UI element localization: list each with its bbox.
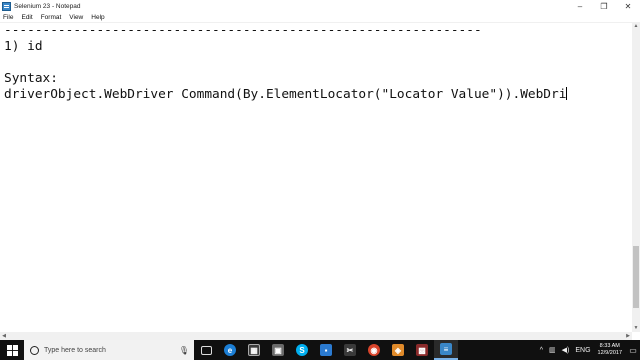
- scroll-down-icon[interactable]: ▼: [632, 324, 640, 332]
- taskbar: Type here to search 🎙 e ▦ ▣ S ▪ ✂ ◉ ◈ ▩ …: [0, 340, 640, 360]
- horizontal-scrollbar[interactable]: ◀ ▶: [0, 332, 632, 340]
- start-button[interactable]: [0, 340, 24, 360]
- taskbar-app-calculator[interactable]: ▦: [242, 340, 266, 360]
- menu-format[interactable]: Format: [37, 14, 66, 21]
- menu-edit[interactable]: Edit: [17, 14, 36, 21]
- maximize-button[interactable]: ❐: [592, 0, 616, 12]
- cortana-icon: [30, 345, 39, 355]
- tray-chevron-icon[interactable]: ^: [540, 347, 543, 354]
- volume-icon[interactable]: ◀): [562, 346, 570, 354]
- editor-line-5: driverObject.WebDriver Command(By.Elemen…: [4, 87, 568, 103]
- taskbar-app-chrome[interactable]: ◉: [362, 340, 386, 360]
- editor-line-2: 1) id: [4, 39, 43, 54]
- menu-bar: File Edit Format View Help: [0, 12, 640, 22]
- scroll-up-icon[interactable]: ▲: [632, 22, 640, 30]
- snipping-tool-icon: ✂: [344, 344, 356, 356]
- window-title: Selenium 23 - Notepad: [14, 2, 81, 10]
- taskbar-app-edge[interactable]: e: [218, 340, 242, 360]
- taskbar-app-notepad[interactable]: ≡: [434, 340, 458, 360]
- clock-time: 8:33 AM: [599, 343, 620, 349]
- microphone-icon[interactable]: 🎙: [179, 346, 189, 355]
- clock-date: 12/9/2017: [597, 350, 622, 356]
- scroll-right-icon[interactable]: ▶: [624, 332, 632, 340]
- minimize-button[interactable]: –: [568, 0, 592, 12]
- editor-line-5-text: driverObject.WebDriver Command(By.Elemen…: [4, 87, 567, 102]
- action-center-icon[interactable]: ▭: [628, 340, 638, 360]
- scroll-left-icon[interactable]: ◀: [0, 332, 8, 340]
- notepad-icon: ≡: [440, 343, 452, 355]
- vertical-scroll-thumb[interactable]: [633, 246, 639, 308]
- taskbar-search[interactable]: Type here to search 🎙: [24, 340, 194, 360]
- taskbar-app-snipping[interactable]: ✂: [338, 340, 362, 360]
- menu-help[interactable]: Help: [87, 14, 108, 21]
- package-icon: ◈: [392, 344, 404, 356]
- system-tray: ^ ▥ ◀) ENG 8:33 AM 12/9/2017 ▭: [537, 340, 640, 360]
- taskbar-app-store[interactable]: ▪: [314, 340, 338, 360]
- vertical-scrollbar[interactable]: ▲ ▼: [632, 22, 640, 332]
- notepad-icon: [2, 1, 11, 11]
- notepad-window: Selenium 23 - Notepad – ❐ ✕ File Edit Fo…: [0, 0, 640, 340]
- search-placeholder: Type here to search: [44, 346, 106, 354]
- taskbar-app-photos[interactable]: ▣: [266, 340, 290, 360]
- title-bar[interactable]: Selenium 23 - Notepad – ❐ ✕: [0, 0, 640, 12]
- chrome-icon: ◉: [368, 344, 380, 356]
- text-caret: [566, 87, 568, 100]
- network-icon[interactable]: ▥: [549, 346, 556, 354]
- store-icon: ▪: [320, 344, 332, 356]
- calculator-icon: ▦: [248, 344, 260, 356]
- menu-file[interactable]: File: [0, 14, 17, 21]
- window-controls: – ❐ ✕: [568, 0, 640, 12]
- taskbar-app-package[interactable]: ◈: [386, 340, 410, 360]
- close-button[interactable]: ✕: [616, 0, 640, 12]
- clock[interactable]: 8:33 AM 12/9/2017: [598, 343, 622, 357]
- taskbar-app-skype[interactable]: S: [290, 340, 314, 360]
- game-icon: ▩: [416, 344, 428, 356]
- windows-logo-icon: [6, 344, 18, 356]
- task-view-icon: [200, 345, 212, 355]
- taskbar-app-game[interactable]: ▩: [410, 340, 434, 360]
- photos-icon: ▣: [272, 344, 284, 356]
- editor-line-1: ----------------------------------------…: [4, 23, 482, 38]
- edge-icon: e: [224, 344, 236, 356]
- editor-line-4: Syntax:: [4, 71, 58, 86]
- text-editor[interactable]: ----------------------------------------…: [0, 22, 632, 332]
- menu-view[interactable]: View: [65, 14, 87, 21]
- language-indicator[interactable]: ENG: [575, 347, 590, 354]
- task-view-button[interactable]: [194, 340, 218, 360]
- skype-icon: S: [296, 344, 308, 356]
